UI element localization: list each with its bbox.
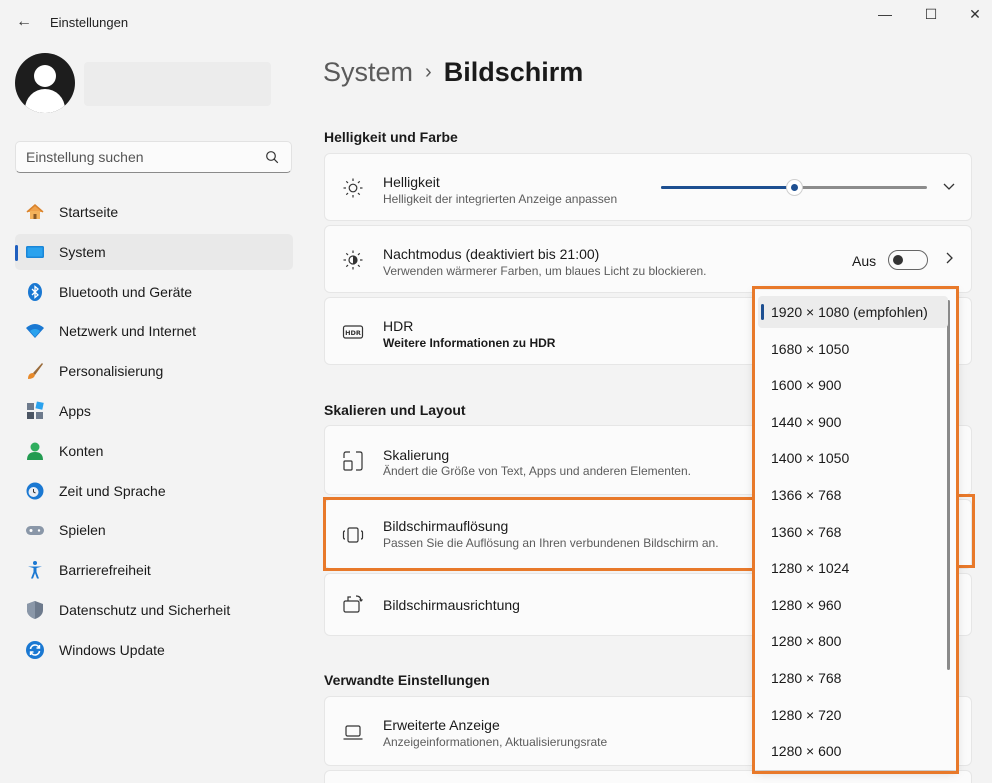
sidebar-item-system[interactable]: System xyxy=(15,233,293,270)
sun-icon xyxy=(342,177,364,199)
chevron-down-icon[interactable] xyxy=(943,179,955,195)
sidebar-item-label: Spielen xyxy=(59,522,106,539)
hdr-title: HDR xyxy=(383,318,414,334)
close-button[interactable]: ✕ xyxy=(952,6,992,26)
svg-text:HDR: HDR xyxy=(345,329,361,337)
sidebar-item-startseite[interactable]: Startseite xyxy=(15,194,293,230)
dropdown-highlight-box xyxy=(752,286,959,774)
chevron-right-icon[interactable] xyxy=(943,251,955,267)
sidebar-item-label: Personalisierung xyxy=(59,363,164,380)
breadcrumb: System › Bildschirm xyxy=(323,57,583,88)
sidebar-nav: Startseite System Bluetooth und Geräte N… xyxy=(15,194,293,672)
sidebar-item-label: Netzwerk und Internet xyxy=(59,323,196,340)
sidebar-item-label: Windows Update xyxy=(59,641,165,658)
night-light-card[interactable]: Nachtmodus (deaktiviert bis 21:00) Verwe… xyxy=(324,225,972,293)
section-title-related: Verwandte Einstellungen xyxy=(324,672,490,688)
user-name-redacted xyxy=(84,62,271,106)
shield-icon xyxy=(25,600,45,620)
wifi-icon xyxy=(25,321,45,341)
sidebar-item-apps[interactable]: Apps xyxy=(15,393,293,429)
brightness-slider-fill xyxy=(661,186,794,189)
system-icon xyxy=(25,242,45,262)
update-icon xyxy=(25,640,45,660)
bluetooth-icon xyxy=(25,282,45,302)
advanced-display-title: Erweiterte Anzeige xyxy=(383,717,500,733)
night-light-toggle-label: Aus xyxy=(852,253,877,269)
title-bar: ← Einstellungen — ☐ ✕ xyxy=(0,0,992,44)
chevron-right-icon: › xyxy=(425,61,432,83)
user-avatar[interactable] xyxy=(15,53,75,113)
night-light-title: Nachtmodus (deaktiviert bis 21:00) xyxy=(383,246,600,262)
breadcrumb-parent[interactable]: System xyxy=(323,57,413,87)
app-title: Einstellungen xyxy=(50,15,129,30)
night-light-icon xyxy=(342,249,364,271)
sidebar-item-datenschutz[interactable]: Datenschutz und Sicherheit xyxy=(15,592,293,628)
search-placeholder: Einstellung suchen xyxy=(26,149,144,165)
sidebar-item-label: Startseite xyxy=(59,204,119,220)
section-title-brightness-color: Helligkeit und Farbe xyxy=(324,129,458,145)
sidebar-item-konten[interactable]: Konten xyxy=(15,433,293,469)
resolution-highlight-box xyxy=(323,497,757,571)
page-title: Bildschirm xyxy=(443,57,584,87)
sidebar-item-barrierefreiheit[interactable]: Barrierefreiheit xyxy=(15,552,293,588)
sidebar-item-personalisierung[interactable]: Personalisierung xyxy=(15,353,293,389)
maximize-button[interactable]: ☐ xyxy=(908,6,954,26)
brightness-slider-thumb[interactable] xyxy=(786,179,803,196)
scaling-subtitle: Ändert die Größe von Text, Apps und ande… xyxy=(383,464,691,478)
sidebar-item-label: Konten xyxy=(59,442,104,459)
home-icon xyxy=(25,202,45,222)
orientation-title: Bildschirmausrichtung xyxy=(383,597,520,613)
back-arrow-icon[interactable]: ← xyxy=(14,12,34,32)
hdr-icon: HDR xyxy=(342,321,364,343)
brightness-title: Helligkeit xyxy=(383,174,440,190)
sidebar-item-label: Datenschutz und Sicherheit xyxy=(59,601,231,618)
sidebar-item-bluetooth[interactable]: Bluetooth und Geräte xyxy=(15,274,293,310)
search-icon xyxy=(266,151,279,164)
clock-globe-icon xyxy=(25,481,45,501)
account-icon xyxy=(25,441,45,461)
brush-icon xyxy=(25,361,45,381)
sidebar-item-zeit-sprache[interactable]: Zeit und Sprache xyxy=(15,473,293,509)
sidebar-item-spielen[interactable]: Spielen xyxy=(15,512,293,548)
settings-search-input[interactable]: Einstellung suchen xyxy=(15,141,292,173)
scale-icon xyxy=(342,450,364,472)
brightness-subtitle: Helligkeit der integrierten Anzeige anpa… xyxy=(383,192,618,206)
gamepad-icon xyxy=(25,520,45,540)
sidebar-item-label: System xyxy=(59,243,106,260)
night-light-toggle[interactable] xyxy=(888,250,928,270)
scaling-title: Skalierung xyxy=(383,447,450,463)
minimize-button[interactable]: — xyxy=(862,6,908,26)
accessibility-icon xyxy=(25,560,45,580)
sidebar-item-label: Apps xyxy=(59,402,91,419)
night-light-subtitle: Verwenden wärmerer Farben, um blaues Lic… xyxy=(383,264,707,278)
section-title-scale-layout: Skalieren und Layout xyxy=(324,402,466,418)
hdr-info-link[interactable]: Weitere Informationen zu HDR xyxy=(383,336,555,350)
brightness-slider[interactable] xyxy=(661,179,927,196)
sidebar-item-label: Barrierefreiheit xyxy=(59,562,151,579)
sidebar-item-network[interactable]: Netzwerk und Internet xyxy=(15,313,293,349)
avatar-body xyxy=(25,89,65,113)
sidebar-item-label: Zeit und Sprache xyxy=(59,482,166,499)
advanced-display-subtitle: Anzeigeinformationen, Aktualisierungsrat… xyxy=(383,735,608,749)
avatar-head xyxy=(34,65,56,87)
sidebar-item-label: Bluetooth und Geräte xyxy=(59,283,193,300)
orientation-icon xyxy=(342,594,364,616)
laptop-icon xyxy=(342,721,364,743)
apps-icon xyxy=(25,401,45,421)
sidebar-item-windows-update[interactable]: Windows Update xyxy=(15,632,293,668)
brightness-card[interactable]: Helligkeit Helligkeit der integrierten A… xyxy=(324,153,972,221)
